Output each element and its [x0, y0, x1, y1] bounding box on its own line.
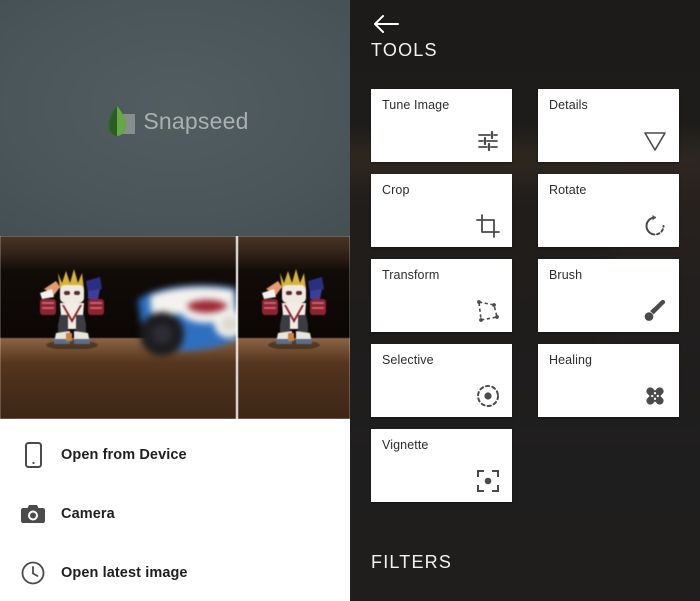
- photo-subject-car: [138, 284, 236, 356]
- tool-card-label: Rotate: [549, 183, 587, 197]
- tool-card-label: Brush: [549, 268, 583, 282]
- app-screen: Snapseed Open from Device Camera Open la…: [0, 0, 700, 601]
- menu-item-camera[interactable]: Camera: [0, 484, 350, 543]
- tool-card-brush[interactable]: Brush: [538, 259, 679, 332]
- phone-icon: [18, 441, 48, 468]
- transform-icon: [473, 296, 503, 326]
- tool-card-healing[interactable]: Healing: [538, 344, 679, 417]
- sliders-icon: [473, 126, 503, 156]
- tool-card-label: Selective: [382, 353, 434, 367]
- triangle-down-icon: [640, 126, 670, 156]
- menu-item-label: Open latest image: [61, 564, 188, 581]
- menu-item-open-from-device[interactable]: Open from Device: [0, 425, 350, 484]
- snapseed-logo-icon: [101, 104, 136, 138]
- recent-thumbnails: [0, 236, 350, 419]
- clock-icon: [18, 561, 48, 585]
- selective-icon: [473, 381, 503, 411]
- logo-leaf-icon: [108, 106, 127, 136]
- tool-card-label: Healing: [549, 353, 593, 367]
- tool-card-selective[interactable]: Selective: [371, 344, 512, 417]
- tools-sheet: TOOLS Tune Image Details Crop Rotate Tra…: [350, 0, 700, 601]
- home-panel: Snapseed Open from Device Camera Open la…: [0, 0, 350, 601]
- thumbnail-item[interactable]: [238, 236, 350, 419]
- tool-card-label: Transform: [382, 268, 440, 282]
- tools-heading: TOOLS: [371, 40, 438, 60]
- vignette-icon: [473, 466, 503, 496]
- photo-subject-robot: [40, 269, 104, 350]
- arrow-left-icon: [374, 15, 399, 33]
- tool-card-label: Details: [549, 98, 588, 112]
- tool-card-transform[interactable]: Transform: [371, 259, 512, 332]
- rotate-icon: [640, 211, 670, 241]
- tool-card-label: Vignette: [382, 438, 429, 452]
- menu-item-open-latest-image[interactable]: Open latest image: [0, 543, 350, 601]
- splash-area: Snapseed: [0, 0, 350, 236]
- filters-heading: FILTERS: [371, 552, 453, 572]
- crop-icon: [473, 211, 503, 241]
- thumbnail-item[interactable]: [0, 236, 236, 419]
- photo-subject-robot: [262, 269, 326, 350]
- photo-table: [238, 338, 350, 419]
- brand-name: Snapseed: [143, 107, 249, 134]
- tool-card-label: Crop: [382, 183, 410, 197]
- brush-icon: [640, 296, 670, 326]
- tool-card-details[interactable]: Details: [538, 89, 679, 162]
- menu-item-label: Camera: [61, 505, 115, 522]
- tool-card-rotate[interactable]: Rotate: [538, 174, 679, 247]
- tool-card-tune-image[interactable]: Tune Image: [371, 89, 512, 162]
- camera-icon: [18, 504, 48, 524]
- tool-card-vignette[interactable]: Vignette: [371, 429, 512, 502]
- tool-card-label: Tune Image: [382, 98, 450, 112]
- tool-card-crop[interactable]: Crop: [371, 174, 512, 247]
- healing-icon: [640, 381, 670, 411]
- menu-item-label: Open from Device: [61, 446, 187, 463]
- home-menu: Open from Device Camera Open latest imag…: [0, 419, 350, 601]
- brand-lockup: Snapseed: [0, 104, 350, 138]
